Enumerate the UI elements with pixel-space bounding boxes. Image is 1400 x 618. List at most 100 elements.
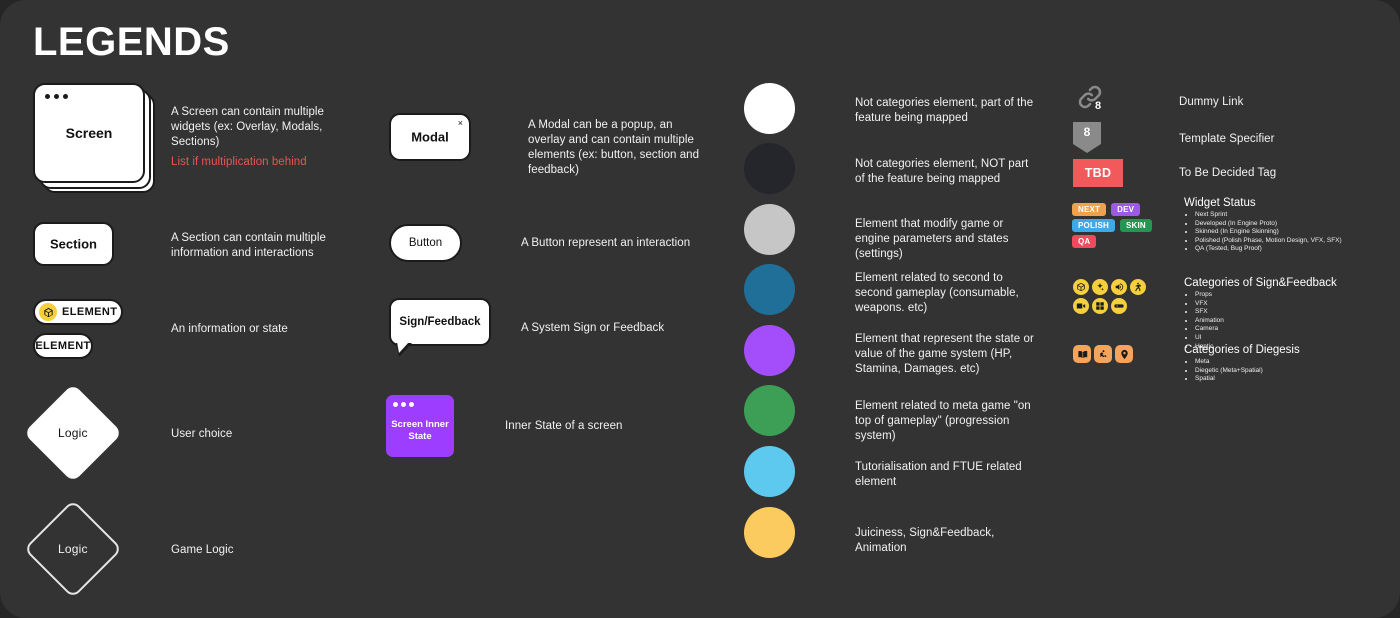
color-swatch-description: Element related to meta game "on top of …	[855, 400, 1031, 442]
link-icon	[1078, 85, 1102, 109]
color-swatch-near-black[interactable]	[744, 143, 795, 194]
diegesis-categories-list: MetaDiegetic (Meta+Spatial)Spatial	[1184, 358, 1399, 384]
sign-feedback-shape[interactable]: Sign/Feedback	[389, 298, 493, 360]
tbd-description: To Be Decided Tag	[1179, 167, 1277, 179]
sign-feedback-label: Sign/Feedback	[399, 316, 481, 328]
sign-feedback-category-item: Camera	[1195, 325, 1399, 334]
section-shape[interactable]: Section	[33, 222, 114, 266]
flag-icon[interactable]	[1094, 345, 1112, 363]
color-swatch-white[interactable]	[744, 83, 795, 134]
element-shape-badged[interactable]: ELEMENT	[33, 299, 123, 325]
logic-game-shape[interactable]: Logic	[23, 499, 123, 599]
color-swatch-purple[interactable]	[744, 325, 795, 376]
diegesis-category-item: Diegetic (Meta+Spatial)	[1195, 367, 1399, 376]
logic-user-shape[interactable]: Logic	[23, 383, 123, 483]
legends-board: LEGENDS Screen A Screen can contain mult…	[0, 0, 1400, 618]
speech-tail-fill	[397, 342, 409, 353]
book-icon[interactable]	[1073, 345, 1091, 363]
pin-icon-point	[1073, 144, 1101, 153]
window-dots-icon	[393, 402, 414, 407]
template-specifier-count: 8	[1083, 125, 1091, 139]
color-swatch-cyan[interactable]	[744, 446, 795, 497]
cube-icon[interactable]	[1073, 279, 1089, 295]
sign-feedback-categories-title: Categories of Sign&Feedback	[1184, 277, 1337, 289]
modal-shape[interactable]: × Modal	[389, 113, 471, 161]
widget-status-item: Skinned (In Engine Skinning)	[1195, 228, 1399, 237]
color-swatch-description: Juiciness, Sign&Feedback, Animation	[855, 527, 995, 554]
speaker-icon[interactable]	[1111, 279, 1127, 295]
window-dots-icon	[45, 94, 68, 99]
diegesis-categories-info: Categories of Diegesis MetaDiegetic (Met…	[1184, 344, 1399, 384]
screen-inner-state-description: Inner State of a screen	[505, 420, 623, 432]
sign-feedback-bubble: Sign/Feedback	[389, 298, 491, 346]
modal-description: A Modal can be a popup, an overlay and c…	[528, 119, 700, 176]
widget-status-list: Next SprintDeveloped (In Engine Proto)Sk…	[1184, 211, 1399, 254]
dummy-link-marker[interactable]: 8	[1073, 82, 1113, 116]
color-swatch-description: Element that modify game or engine param…	[855, 218, 1009, 260]
grid-icon[interactable]	[1092, 298, 1108, 314]
screen-label: Screen	[65, 125, 113, 141]
sign-feedback-categories-info: Categories of Sign&Feedback PropsVFXSFXA…	[1184, 277, 1399, 351]
tbd-tag[interactable]: TBD	[1073, 159, 1123, 187]
status-tag-next[interactable]: NEXT	[1072, 203, 1107, 216]
diegesis-categories-title: Categories of Diegesis	[1184, 344, 1300, 356]
screen-description: A Screen can contain multiple widgets (e…	[171, 106, 324, 148]
sign-feedback-categories-list: PropsVFXSFXAnimationCameraUIHaptic	[1184, 291, 1399, 351]
section-description: A Section can contain multiple informati…	[171, 232, 326, 259]
widget-status-title: Widget Status	[1184, 197, 1256, 209]
sign-feedback-category-item: Animation	[1195, 317, 1399, 326]
status-tag-skin[interactable]: SKIN	[1119, 219, 1152, 232]
dummy-link-count: 8	[1095, 100, 1102, 112]
close-icon[interactable]: ×	[458, 117, 463, 129]
screen-inner-state-shape[interactable]: Screen Inner State	[386, 395, 454, 457]
color-swatch-description: Tutorialisation and FTUE related element	[855, 461, 1022, 488]
diegesis-category-icons	[1073, 345, 1139, 366]
color-swatch-yellow[interactable]	[744, 507, 795, 558]
logic-user-description: User choice	[171, 428, 233, 440]
widget-status-item: QA (Tested, Bug Proof)	[1195, 245, 1399, 254]
screen-shape[interactable]: Screen	[33, 83, 163, 201]
color-swatch-green[interactable]	[744, 385, 795, 436]
screen-stack-layer-front: Screen	[33, 83, 145, 183]
dummy-link-description: Dummy Link	[1179, 96, 1244, 108]
color-swatch-description: Element that represent the state or valu…	[855, 333, 1034, 375]
status-tag-dev[interactable]: DEV	[1111, 203, 1141, 216]
camera-icon[interactable]	[1073, 298, 1089, 314]
button-shape[interactable]: Button	[389, 224, 462, 262]
element-shape-plain[interactable]: ELEMENT	[33, 333, 93, 359]
haptic-icon[interactable]	[1111, 298, 1127, 314]
button-label: Button	[408, 237, 443, 249]
status-tag-polish[interactable]: POLISH	[1072, 219, 1115, 232]
diegesis-category-item: Spatial	[1195, 375, 1399, 384]
sign-feedback-category-item: UI	[1195, 334, 1399, 343]
button-description: A Button represent an interaction	[521, 237, 691, 249]
color-swatch-grey[interactable]	[744, 204, 795, 255]
element-description: An information or state	[171, 323, 288, 335]
sign-feedback-category-item: VFX	[1195, 300, 1399, 309]
sign-feedback-category-item: Props	[1195, 291, 1399, 300]
modal-label: Modal	[411, 129, 449, 145]
sign-feedback-description: A System Sign or Feedback	[521, 322, 665, 334]
screen-note: List if multiplication behind	[171, 156, 307, 168]
element-label-badged: ELEMENT	[62, 306, 118, 318]
section-label: Section	[50, 236, 97, 252]
page-title: LEGENDS	[33, 20, 230, 64]
sparkle-icon[interactable]	[1092, 279, 1108, 295]
logic-user-label: Logic	[58, 426, 88, 440]
color-swatch-blue[interactable]	[744, 264, 795, 315]
widget-status-item: Next Sprint	[1195, 211, 1399, 220]
color-swatch-description: Not categories element, part of the feat…	[855, 97, 1034, 124]
template-specifier-description: Template Specifier	[1179, 133, 1275, 145]
location-pin-icon[interactable]	[1115, 345, 1133, 363]
status-tag-qa[interactable]: QA	[1072, 235, 1097, 248]
template-specifier-marker[interactable]: 8	[1073, 122, 1101, 153]
widget-status-tag-group: NEXT DEV POLISH SKIN QA	[1072, 203, 1172, 251]
color-swatch-description: Not categories element, NOT part of the …	[855, 158, 1029, 185]
widget-status-item: Polished (Polish Phase, Motion Design, V…	[1195, 237, 1399, 246]
cube-icon	[39, 303, 57, 321]
logic-game-description: Game Logic	[171, 544, 234, 556]
run-icon[interactable]	[1130, 279, 1146, 295]
logic-game-label: Logic	[58, 542, 88, 556]
widget-status-info: Widget Status Next SprintDeveloped (In E…	[1184, 197, 1399, 254]
sign-feedback-category-icons	[1073, 279, 1159, 317]
